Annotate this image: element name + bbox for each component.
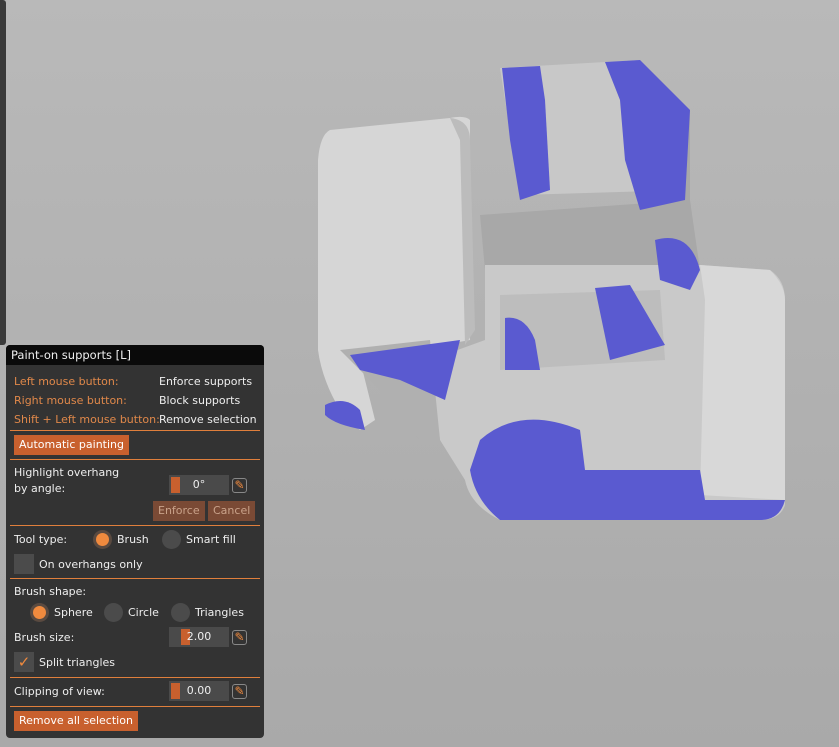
- brush-size-label: Brush size:: [14, 631, 75, 644]
- tool-type-label: Tool type:: [14, 533, 68, 546]
- divider: [10, 706, 260, 707]
- divider: [10, 578, 260, 579]
- hint-key: Right mouse button:: [14, 394, 127, 407]
- shape-sphere-radio[interactable]: [30, 603, 49, 622]
- hint-key: Left mouse button:: [14, 375, 119, 388]
- tool-brush-label: Brush: [117, 533, 149, 546]
- highlight-overhang-label: Highlight overhang: [14, 466, 120, 479]
- divider: [10, 459, 260, 460]
- enforce-button[interactable]: Enforce: [153, 501, 205, 521]
- paint-on-supports-panel: Paint-on supports [L] Left mouse button:…: [6, 345, 264, 738]
- brush-shape-label: Brush shape:: [14, 585, 87, 598]
- split-triangles-label: Split triangles: [39, 656, 116, 669]
- shape-sphere-label: Sphere: [54, 606, 93, 619]
- tool-smart-fill-label: Smart fill: [186, 533, 236, 546]
- divider: [10, 677, 260, 678]
- automatic-painting-button[interactable]: Automatic painting: [14, 435, 129, 455]
- shape-triangles-radio[interactable]: [171, 603, 190, 622]
- shape-circle-radio[interactable]: [104, 603, 123, 622]
- remove-all-selection-button[interactable]: Remove all selection: [14, 711, 138, 731]
- cancel-button[interactable]: Cancel: [208, 501, 256, 521]
- edit-pencil-icon[interactable]: ✎: [232, 478, 247, 493]
- clipping-slider[interactable]: 0.00: [169, 681, 229, 701]
- hint-key: Shift + Left mouse button:: [14, 413, 160, 426]
- tool-smart-fill-radio[interactable]: [162, 530, 181, 549]
- divider: [10, 525, 260, 526]
- edit-pencil-icon[interactable]: ✎: [232, 630, 247, 645]
- edit-pencil-icon[interactable]: ✎: [232, 684, 247, 699]
- hint-right-mouse: Right mouse button: Block supports: [14, 393, 256, 409]
- hint-left-mouse: Left mouse button: Enforce supports: [14, 374, 256, 390]
- clipping-of-view-label: Clipping of view:: [14, 685, 105, 698]
- hint-action: Enforce supports: [159, 375, 253, 388]
- brush-size-slider[interactable]: 2.00: [169, 627, 229, 647]
- hint-shift-left-mouse: Shift + Left mouse button: Remove selecti…: [14, 412, 257, 428]
- hint-action: Remove selection: [159, 413, 257, 426]
- hint-action: Block supports: [159, 394, 241, 407]
- overhang-angle-slider[interactable]: 0°: [169, 475, 229, 495]
- overhangs-only-checkbox[interactable]: [14, 554, 34, 574]
- highlight-overhang-label-2: by angle:: [14, 482, 66, 495]
- divider: [10, 430, 260, 431]
- tool-brush-radio[interactable]: [93, 530, 112, 549]
- shape-triangles-label: Triangles: [195, 606, 244, 619]
- shape-circle-label: Circle: [128, 606, 159, 619]
- panel-title: Paint-on supports [L]: [6, 345, 264, 365]
- overhangs-only-label: On overhangs only: [39, 558, 143, 571]
- split-triangles-checkbox[interactable]: ✓: [14, 652, 34, 672]
